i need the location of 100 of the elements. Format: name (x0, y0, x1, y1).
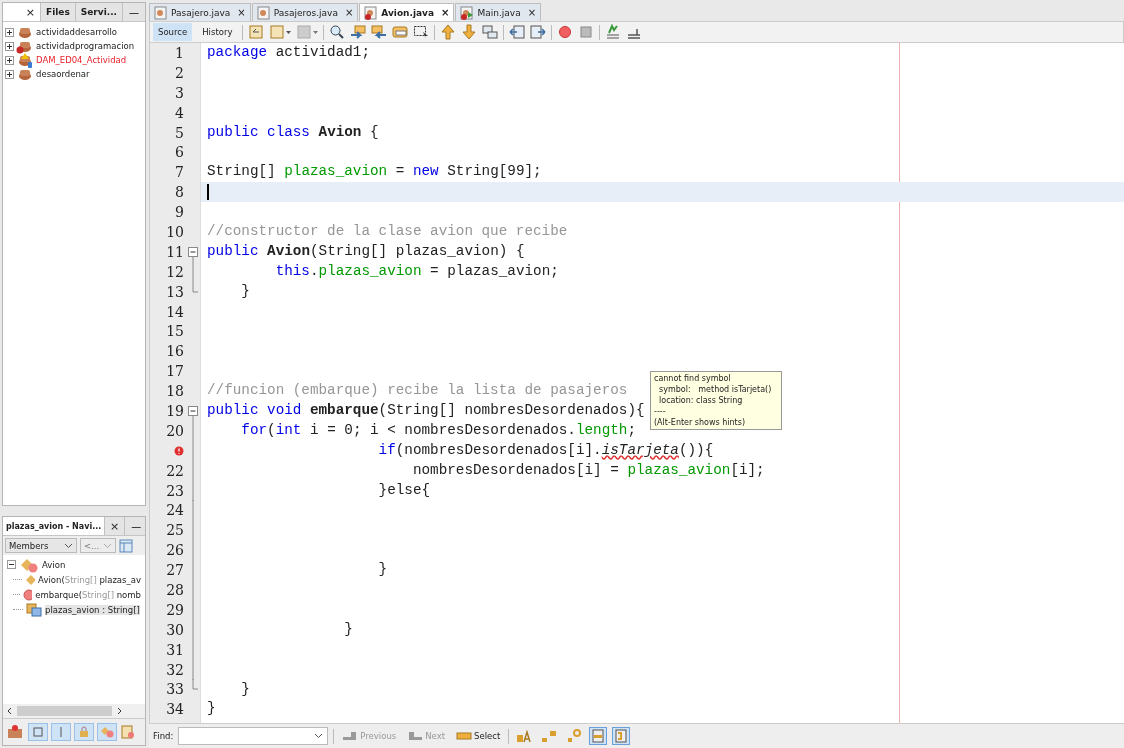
bookmark-down-icon[interactable] (461, 24, 478, 40)
editor-tab[interactable]: Avion.java × (359, 3, 455, 21)
member-node[interactable]: embarque(String[] nomb (35, 589, 141, 600)
find-field[interactable] (178, 727, 329, 745)
highlight-icon (591, 729, 606, 743)
line-number: 31 (166, 641, 184, 658)
member-node[interactable]: plazas_avion : String[] (45, 604, 140, 615)
expand-icon[interactable] (5, 69, 14, 79)
toggle-button[interactable] (28, 723, 48, 741)
line-number: 28 (166, 582, 184, 598)
navigator-tab[interactable]: plazas_avion - Navi... (3, 517, 105, 535)
project-item[interactable]: actividaddesarrollo (36, 27, 117, 37)
editor-tab[interactable]: Main.java × (455, 3, 542, 21)
arrow-right-icon[interactable] (115, 707, 123, 715)
line-number: 29 (166, 601, 184, 618)
members-dropdown[interactable]: Members (5, 538, 77, 553)
line-number: 32 (166, 661, 184, 678)
project-icon (16, 52, 34, 68)
line-number: 27 (166, 562, 184, 579)
view-tab[interactable]: Source (153, 23, 193, 41)
error-tooltip: cannot find symbol symbol: method isTarjeta() location: class String ---- (Alt-Enter shows hints) (650, 371, 782, 430)
code-line: public void embarque(String[] nombresDesordenados){ (207, 402, 645, 419)
project-item[interactable]: actividadprogramacion (36, 41, 135, 51)
line-number: 18 (166, 383, 184, 400)
find-next-icon[interactable] (371, 24, 388, 40)
record-icon[interactable] (557, 24, 574, 40)
line-number: 5 (175, 124, 184, 141)
expand-icon[interactable] (5, 27, 14, 37)
line-number: 9 (175, 204, 184, 221)
line-number: 23 (166, 482, 184, 499)
line-number: 15 (166, 323, 184, 340)
code-line: //constructor de la clase avion que recibe (207, 223, 568, 239)
minimize-button[interactable]: — (123, 3, 145, 21)
collapse-icon[interactable] (7, 560, 16, 569)
code-line: public class Avion { (207, 123, 379, 140)
panel-icon[interactable] (119, 538, 133, 553)
line-number: 33 (166, 681, 184, 698)
editor-tab[interactable]: Pasajero.java × (149, 3, 251, 21)
line-number: 8 (175, 184, 184, 201)
line-number: 19 (166, 402, 184, 419)
minimize-button[interactable]: — (125, 517, 148, 535)
square-icon (32, 726, 44, 738)
wrap-toggle[interactable] (612, 727, 631, 745)
stop-icon[interactable] (578, 24, 595, 40)
class-node[interactable]: Avion (42, 559, 66, 570)
line-number: 1 (175, 44, 184, 61)
forward-dropdown-icon[interactable] (269, 24, 292, 40)
lock-icon (78, 726, 90, 738)
line-number: 34 (166, 701, 184, 718)
line-number: 16 (166, 343, 184, 360)
code-line: } (207, 700, 216, 717)
editor-tab[interactable]: Pasajeros.java × (251, 3, 359, 21)
line-number: 4 (175, 104, 184, 121)
select-icon (456, 730, 472, 742)
arrow-left-icon[interactable] (6, 707, 14, 715)
expand-icon[interactable] (5, 55, 14, 65)
filter-icon[interactable] (5, 723, 25, 741)
member-node[interactable]: Avion(String[] plazas_av (38, 574, 141, 585)
expand-icon[interactable] (5, 41, 14, 51)
caret-icon (103, 542, 112, 549)
panel-tab[interactable]: × (3, 3, 41, 21)
toggle-button[interactable] (51, 723, 71, 741)
line-number: 14 (166, 303, 184, 320)
line-number: 25 (166, 522, 184, 539)
line-number: 11 (166, 243, 184, 260)
constructor-icon (24, 573, 36, 586)
shift-left-icon[interactable] (509, 24, 526, 40)
line-number: 10 (166, 223, 184, 240)
toggle-button[interactable] (74, 723, 94, 741)
scrollbar[interactable] (3, 704, 145, 718)
bookmark-up-icon[interactable] (440, 24, 457, 40)
find-label: Find: (153, 731, 174, 741)
highlight-toggle[interactable] (589, 727, 608, 745)
code-line: } (240, 680, 250, 697)
toggle-button[interactable] (97, 723, 117, 741)
field-icon (26, 602, 42, 617)
line-number: 26 (166, 542, 184, 559)
line-number: 2 (175, 64, 184, 81)
code-line: } (377, 561, 388, 578)
code-line: if(nombresDesordenados[i].isTarjeta()){ (377, 441, 714, 458)
project-item[interactable]: DAM_ED04_Actividad (36, 55, 127, 65)
line-number: 3 (175, 84, 184, 101)
find-button[interactable]: Select (453, 730, 504, 742)
search-icon[interactable] (329, 24, 346, 40)
view-tab[interactable]: History (197, 23, 238, 41)
sort-icon[interactable] (120, 724, 136, 740)
comment-icon[interactable] (605, 24, 622, 40)
code-line: //funcion (embarque) recibe la lista de pasajeros (207, 382, 628, 399)
shift-right-icon[interactable] (530, 24, 547, 40)
code-line: String[] plazas_avion = new String[99]; (207, 163, 542, 180)
bookmark-toggle-icon[interactable] (482, 24, 499, 40)
code-line: }else{ (377, 481, 431, 498)
history-back-icon[interactable] (248, 24, 265, 40)
class-icon (19, 556, 39, 573)
regex-icon (566, 729, 583, 743)
find-previous-icon[interactable] (350, 24, 367, 40)
project-item[interactable]: desaordenar (36, 69, 90, 79)
line-number: 7 (175, 164, 184, 181)
caret-icon (64, 542, 73, 549)
line-number: 20 (166, 422, 184, 439)
